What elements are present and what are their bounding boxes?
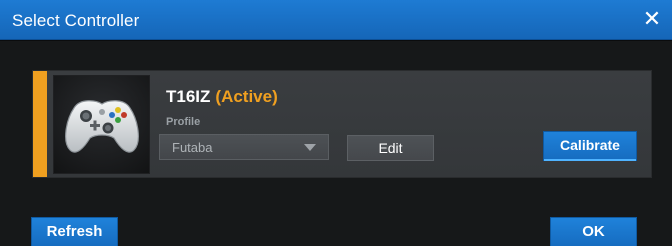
- profile-dropdown[interactable]: Futaba: [159, 134, 329, 160]
- active-indicator: [33, 71, 47, 177]
- profile-label: Profile: [166, 116, 201, 128]
- controller-name-row: T16IZ (Active): [166, 87, 278, 107]
- controller-status: (Active): [215, 87, 278, 106]
- close-button[interactable]: ✕: [640, 7, 664, 31]
- controller-name: T16IZ: [166, 87, 211, 106]
- chevron-down-icon: [304, 144, 316, 151]
- dialog-body: T16IZ (Active) Profile Futaba Edit Calibr…: [0, 41, 672, 246]
- profile-dropdown-value: Futaba: [172, 140, 213, 155]
- controller-thumbnail: [53, 75, 150, 174]
- refresh-button[interactable]: Refresh: [31, 217, 118, 246]
- window-title: Select Controller: [12, 11, 140, 30]
- calibrate-button[interactable]: Calibrate: [543, 131, 637, 161]
- controller-card[interactable]: T16IZ (Active) Profile Futaba Edit Calibr…: [32, 70, 652, 178]
- title-bar: Select Controller ✕: [0, 0, 672, 40]
- ok-button[interactable]: OK: [550, 217, 637, 246]
- gamepad-icon: [65, 100, 139, 153]
- edit-button[interactable]: Edit: [347, 135, 434, 161]
- close-icon: ✕: [642, 6, 662, 31]
